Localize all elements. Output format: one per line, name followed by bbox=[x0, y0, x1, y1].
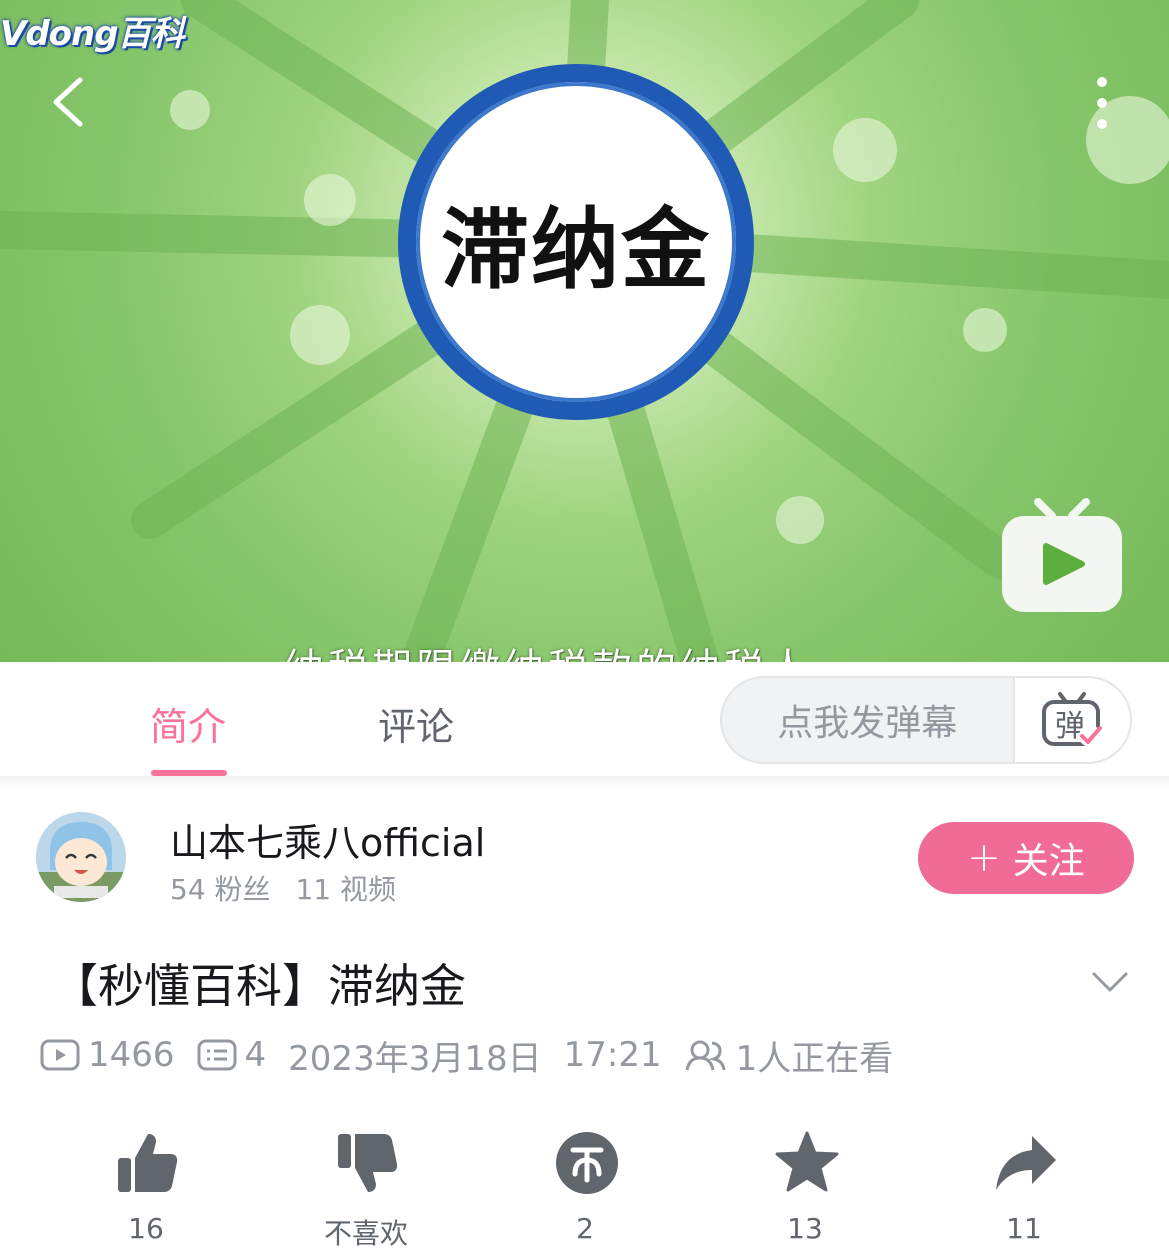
video-title: 【秒懂百科】滞纳金 bbox=[52, 959, 466, 1013]
dislike-label: 不喜欢 bbox=[323, 1217, 408, 1250]
danmaku-count: 4 bbox=[244, 1035, 267, 1075]
tab-intro[interactable]: 简介 bbox=[150, 696, 226, 751]
like-count: 16 bbox=[128, 1212, 164, 1245]
danmaku-input[interactable]: 点我发弹幕 bbox=[722, 678, 1013, 762]
video-player[interactable]: Vdong百科 滞纳金 纳税期限缴纳税款的纳税人 bbox=[0, 0, 1169, 662]
uploader-video-count: 11 视频 bbox=[295, 873, 396, 906]
watching-group: 1人正在看 bbox=[684, 1031, 894, 1080]
section-divider bbox=[0, 776, 1169, 790]
back-button[interactable] bbox=[42, 70, 102, 134]
coin-button[interactable]: 2 bbox=[515, 1130, 655, 1250]
plus-icon: + bbox=[967, 835, 1001, 881]
danmaku-count-icon bbox=[197, 1039, 237, 1071]
cover-title-badge: 滞纳金 bbox=[398, 64, 754, 420]
tv-play-icon bbox=[1002, 498, 1122, 612]
more-options-button[interactable] bbox=[1080, 70, 1124, 136]
view-count: 1466 bbox=[88, 1035, 175, 1075]
danmaku-count-group: 4 bbox=[197, 1035, 267, 1075]
tab-bar: 简介 评论 点我发弹幕 弹 bbox=[0, 662, 1169, 776]
publish-time: 17:21 bbox=[563, 1035, 662, 1075]
share-count: 11 bbox=[1006, 1212, 1042, 1245]
uploader-avatar[interactable] bbox=[36, 812, 126, 902]
publish-date: 2023年3月18日 bbox=[288, 1038, 542, 1079]
thumbs-down-icon bbox=[338, 1134, 398, 1192]
view-count-group: 1466 bbox=[40, 1035, 175, 1075]
uploader-name[interactable]: 山本七乘八official bbox=[170, 812, 485, 867]
uploader-stats: 54 粉丝 11 视频 bbox=[170, 868, 412, 908]
danmaku-bar: 点我发弹幕 弹 bbox=[720, 676, 1132, 764]
favorite-count: 13 bbox=[787, 1212, 823, 1245]
play-count-icon bbox=[40, 1039, 80, 1071]
uploader-fans-count: 54 粉丝 bbox=[170, 873, 271, 906]
channel-watermark: Vdong百科 bbox=[0, 14, 185, 54]
watching-count: 1人正在看 bbox=[735, 1038, 894, 1079]
share-icon bbox=[996, 1136, 1056, 1190]
play-button[interactable] bbox=[998, 496, 1126, 614]
chevron-left-icon bbox=[53, 77, 83, 127]
thumbs-up-icon bbox=[118, 1134, 178, 1192]
star-icon bbox=[775, 1131, 839, 1192]
avatar-image bbox=[36, 812, 126, 902]
chevron-down-icon bbox=[1092, 972, 1128, 992]
cover-title-text: 滞纳金 bbox=[440, 197, 711, 301]
danmaku-toggle-icon: 弹 bbox=[1042, 692, 1103, 747]
favorite-button[interactable]: 13 bbox=[735, 1130, 875, 1250]
coin-count: 2 bbox=[576, 1212, 594, 1245]
expand-description-button[interactable] bbox=[1090, 966, 1130, 996]
tab-comments[interactable]: 评论 bbox=[378, 696, 454, 751]
follow-label: 关注 bbox=[1012, 841, 1085, 882]
follow-button[interactable]: + 关注 bbox=[918, 822, 1134, 894]
dislike-button[interactable]: 不喜欢 bbox=[296, 1130, 436, 1250]
video-meta: 1466 4 2023年3月18日 17:21 1人正在看 bbox=[40, 1034, 915, 1079]
video-subtitle: 纳税期限缴纳税款的纳税人 bbox=[284, 636, 812, 662]
danmaku-toggle-button[interactable]: 弹 bbox=[1012, 678, 1130, 762]
coin-icon bbox=[556, 1132, 618, 1194]
like-button[interactable]: 16 bbox=[76, 1130, 216, 1250]
watching-people-icon bbox=[685, 1040, 726, 1071]
share-button[interactable]: 11 bbox=[954, 1130, 1094, 1250]
more-vertical-icon bbox=[1097, 77, 1107, 129]
